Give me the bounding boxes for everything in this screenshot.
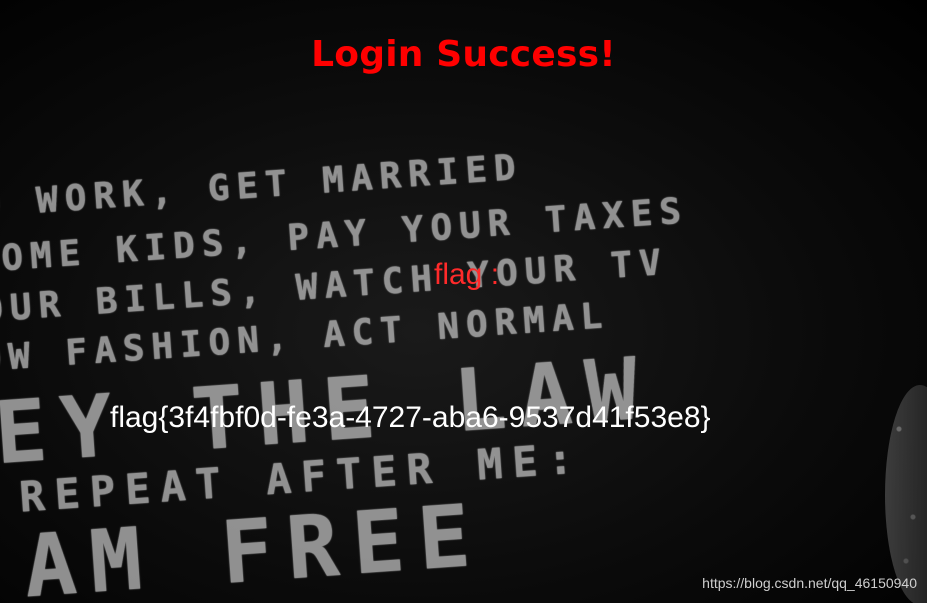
background-right-speckle <box>885 385 927 603</box>
flag-value: flag{3f4fbf0d-fe3a-4727-aba6-9537d41f53e… <box>110 401 711 434</box>
background-poster-text: O WORK, GET MARRIED SOME KIDS, PAY YOUR … <box>0 75 717 603</box>
login-success-title: Login Success! <box>311 34 616 75</box>
watermark-url: https://blog.csdn.net/qq_46150940 <box>702 575 917 591</box>
login-success-page: O WORK, GET MARRIED SOME KIDS, PAY YOUR … <box>0 0 927 603</box>
flag-label: flag : <box>434 258 500 291</box>
